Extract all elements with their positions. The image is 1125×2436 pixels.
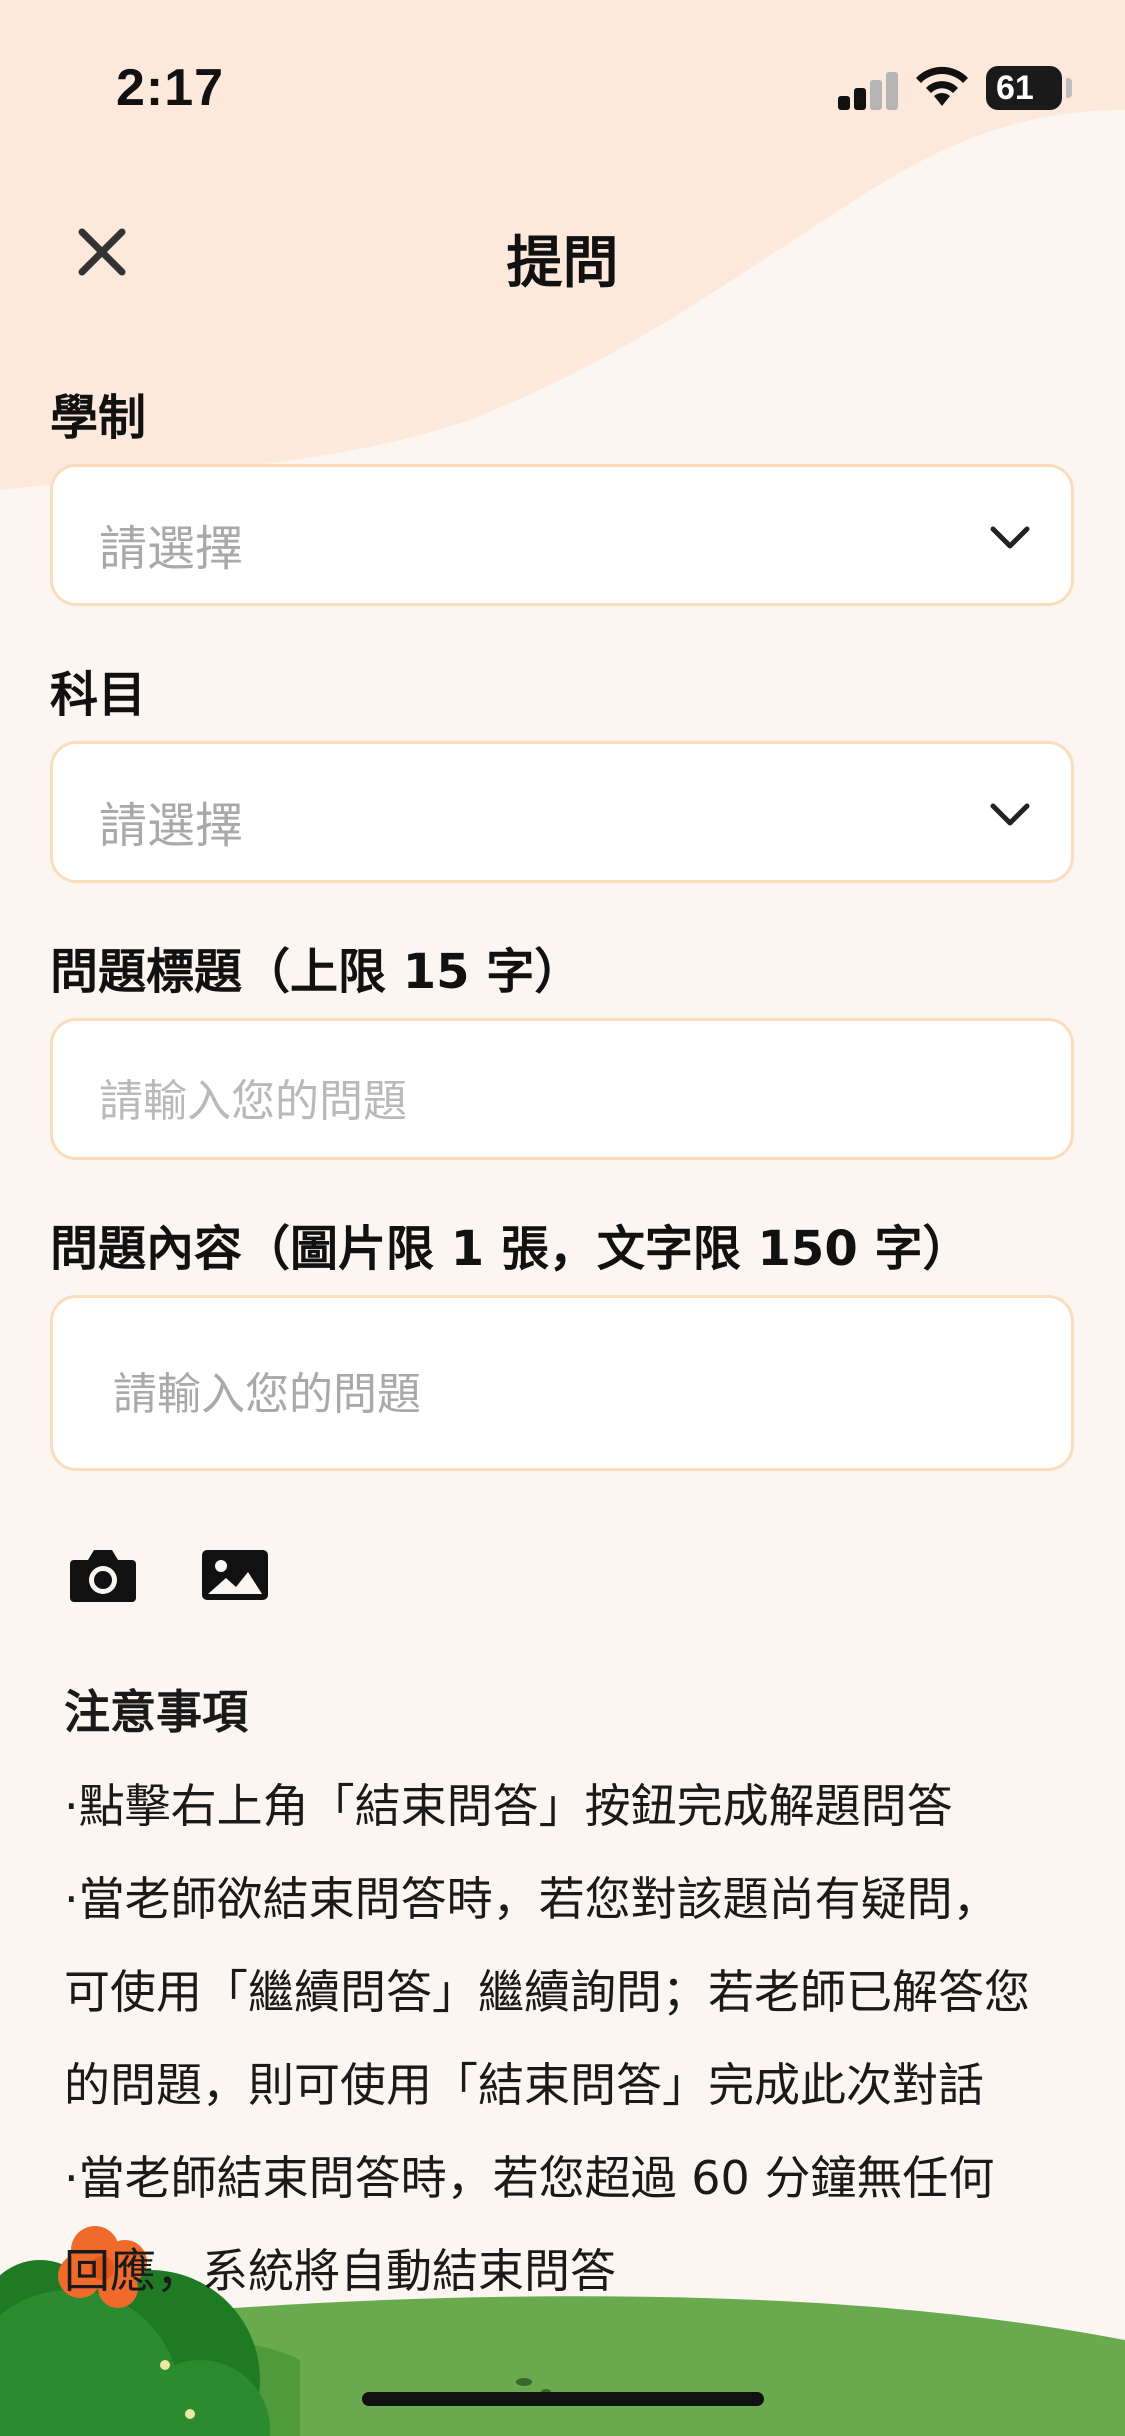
image-icon[interactable] bbox=[200, 1544, 270, 1606]
note-line: ·點擊右上角「結束問答」按鈕完成解題問答 bbox=[64, 1779, 953, 1833]
home-indicator[interactable] bbox=[362, 2392, 764, 2406]
subject-label: 科目 bbox=[50, 667, 147, 723]
question-title-label: 問題標題（上限 15 字） bbox=[50, 944, 583, 1000]
notes-title: 注意事項 bbox=[64, 1685, 248, 1739]
note-line: 可使用「繼續問答」繼續詢問；若老師已解答您 bbox=[64, 1965, 1030, 2019]
school-system-value: 請選擇 bbox=[99, 521, 244, 577]
school-system-select[interactable]: 請選擇 bbox=[50, 464, 1074, 606]
note-line: ·當老師結束問答時，若您超過 60 分鐘無任何 bbox=[64, 2151, 995, 2205]
school-system-label: 學制 bbox=[50, 390, 147, 446]
subject-select[interactable]: 請選擇 bbox=[50, 741, 1074, 883]
subject-value: 請選擇 bbox=[99, 798, 244, 854]
question-form: 學制 請選擇 科目 請選擇 問題標題（上限 15 字） 請輸入您的問題 問題內容… bbox=[0, 0, 1125, 2436]
question-title-input[interactable]: 請輸入您的問題 bbox=[50, 1018, 1074, 1160]
note-line: ·當老師欲結束問答時，若您對該題尚有疑問， bbox=[64, 1872, 999, 1926]
chevron-down-icon bbox=[990, 803, 1030, 826]
question-content-label: 問題內容（圖片限 1 張，文字限 150 字） bbox=[50, 1221, 971, 1277]
question-content-placeholder: 請輸入您的問題 bbox=[113, 1369, 421, 1420]
chevron-down-icon bbox=[990, 526, 1030, 549]
question-content-textarea[interactable]: 請輸入您的問題 bbox=[50, 1295, 1074, 1471]
question-title-placeholder: 請輸入您的問題 bbox=[99, 1076, 407, 1127]
note-line: 的問題，則可使用「結束問答」完成此次對話 bbox=[64, 2058, 984, 2112]
camera-icon[interactable] bbox=[68, 1544, 138, 1606]
note-line: 回應，系統將自動結束問答 bbox=[64, 2244, 616, 2298]
